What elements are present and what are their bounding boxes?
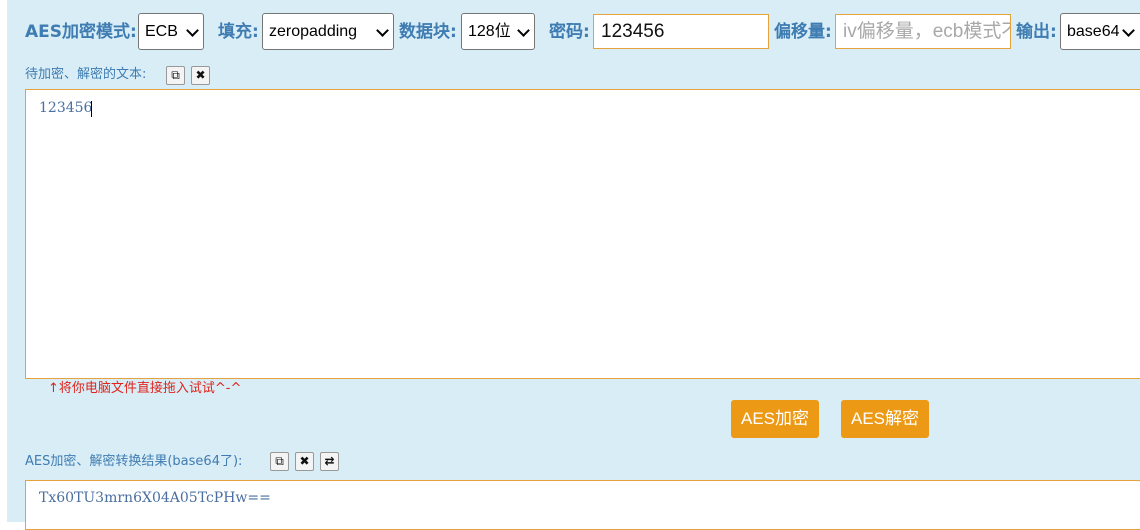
mode-select-value: ECB <box>145 23 178 40</box>
copy-icon: ⧉ <box>171 68 180 82</box>
chevron-down-icon <box>376 24 389 37</box>
block-select-value: 128位 <box>468 23 511 40</box>
swap-result-button[interactable]: ⇄ <box>320 452 339 471</box>
clear-icon: ✖ <box>299 454 310 468</box>
padding-select-value: zeropadding <box>269 23 358 40</box>
mode-label: AES加密模式: <box>25 22 137 42</box>
text-cursor <box>91 101 92 117</box>
iv-input[interactable]: iv偏移量，ecb模式不用填写！ <box>835 14 1011 49</box>
decrypt-button[interactable]: AES解密 <box>841 400 929 438</box>
result-textarea[interactable]: Tx60TU3mrn6X04A05TcPHw== <box>25 480 1140 530</box>
key-label: 密码: <box>549 22 590 42</box>
input-label: 待加密、解密的文本: <box>25 67 147 82</box>
swap-icon: ⇄ <box>324 454 335 468</box>
copy-result-button[interactable]: ⧉ <box>270 452 289 471</box>
encrypt-button[interactable]: AES加密 <box>731 400 819 438</box>
clear-result-button[interactable]: ✖ <box>295 452 314 471</box>
output-label: 输出: <box>1016 22 1057 42</box>
block-label: 数据块: <box>399 22 457 42</box>
padding-select[interactable]: zeropadding <box>262 13 394 50</box>
mode-select[interactable]: ECB <box>138 13 204 50</box>
chevron-down-icon <box>186 24 199 37</box>
output-select-value: base64 <box>1067 23 1120 40</box>
result-label: AES加密、解密转换结果(base64了): <box>25 454 243 469</box>
chevron-down-icon <box>517 24 530 37</box>
padding-label: 填充: <box>218 22 259 42</box>
iv-label: 偏移量: <box>774 22 832 42</box>
drag-hint: ↑将你电脑文件直接拖入试试^-^ <box>48 381 242 396</box>
copy-icon: ⧉ <box>275 454 284 468</box>
clear-icon: ✖ <box>195 68 206 82</box>
result-text: Tx60TU3mrn6X04A05TcPHw== <box>39 490 271 506</box>
clear-input-button[interactable]: ✖ <box>191 66 210 85</box>
input-textarea[interactable]: 123456 <box>25 89 1140 379</box>
block-select[interactable]: 128位 <box>461 13 535 50</box>
input-text: 123456 <box>39 100 93 116</box>
copy-input-button[interactable]: ⧉ <box>166 66 185 85</box>
output-select[interactable]: base64 <box>1060 13 1140 50</box>
key-input[interactable]: 123456 <box>593 14 769 49</box>
chevron-down-icon <box>1122 24 1135 37</box>
